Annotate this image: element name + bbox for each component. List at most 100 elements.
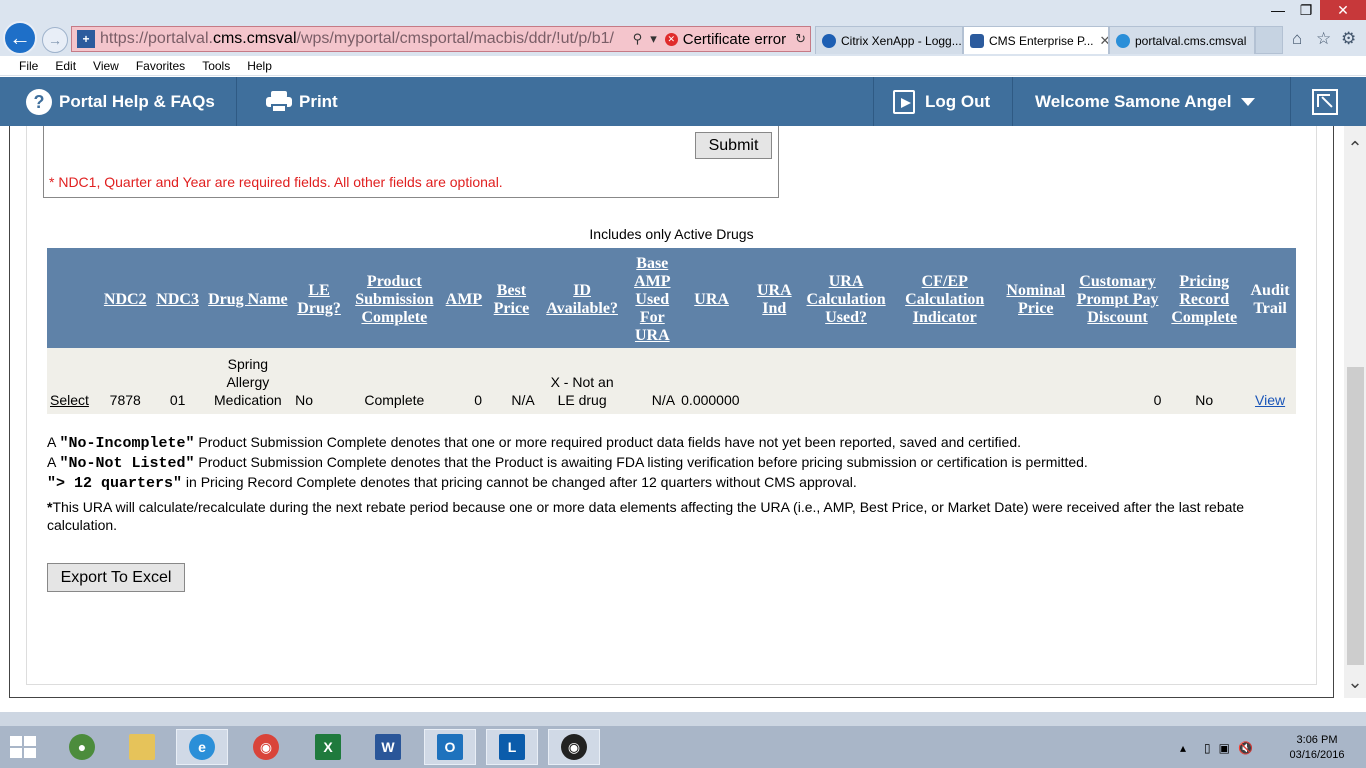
word-icon[interactable]: W bbox=[362, 729, 414, 765]
dropdown-arrow-icon[interactable]: ▾ bbox=[646, 31, 661, 47]
col-product-submission[interactable]: Product Submission Complete bbox=[346, 248, 443, 348]
windows-start-icon[interactable] bbox=[10, 736, 38, 760]
col-pricing-record[interactable]: Pricing Record Complete bbox=[1164, 248, 1245, 348]
cell-pricing-record: No bbox=[1164, 348, 1245, 414]
cell-id-available: X - Not an LE drug bbox=[537, 348, 627, 414]
menu-favorites[interactable]: Favorites bbox=[136, 59, 185, 73]
view-audit-link[interactable]: View bbox=[1255, 392, 1285, 408]
page-content: Submit * NDC1, Quarter and Year are requ… bbox=[0, 126, 1366, 712]
network-icon[interactable]: ▣ bbox=[1219, 741, 1230, 755]
cell-drug-name: Spring Allergy Medication bbox=[203, 348, 293, 414]
tab-cms-enterprise[interactable]: CMS Enterprise P... ✕ bbox=[963, 26, 1109, 54]
col-ura-calculation[interactable]: URA Calculation Used? bbox=[803, 248, 889, 348]
clock-date: 03/16/2016 bbox=[1289, 749, 1345, 761]
header-divider bbox=[236, 77, 237, 126]
restore-icon[interactable]: ❐ bbox=[1292, 0, 1320, 20]
tab-portalval[interactable]: portalval.cms.cmsval bbox=[1109, 26, 1255, 54]
scrollbar-thumb[interactable] bbox=[1347, 367, 1364, 665]
logout-link[interactable]: Log Out bbox=[893, 77, 990, 126]
col-nominal-price[interactable]: Nominal Price bbox=[1000, 248, 1071, 348]
certificate-error-icon: ✕ bbox=[664, 32, 678, 46]
search-icon[interactable]: ⚲ bbox=[629, 31, 647, 47]
user-menu[interactable]: Welcome Samone Angel bbox=[1035, 77, 1255, 126]
network-globe-icon[interactable]: ● bbox=[56, 729, 108, 765]
cell-select: Select bbox=[47, 348, 99, 414]
cell-nominal bbox=[1000, 348, 1071, 414]
close-tab-icon[interactable]: ✕ bbox=[1099, 33, 1108, 49]
settings-gear-icon[interactable]: ⚙ bbox=[1341, 29, 1356, 49]
col-select bbox=[47, 248, 99, 348]
close-window-icon[interactable]: ✕ bbox=[1320, 0, 1366, 20]
col-base-amp[interactable]: Base AMP Used For URA bbox=[626, 248, 679, 348]
cell-amp: 0 bbox=[442, 348, 486, 414]
outlook-icon[interactable]: O bbox=[424, 729, 476, 765]
col-ndc3[interactable]: NDC3 bbox=[151, 248, 204, 348]
battery-icon[interactable]: ▯ bbox=[1204, 741, 1211, 755]
col-le-drug[interactable]: LE Drug? bbox=[292, 248, 347, 348]
file-explorer-icon[interactable] bbox=[116, 729, 168, 765]
col-audit-trail: Audit Trail bbox=[1244, 248, 1296, 348]
cell-audit-trail: View bbox=[1244, 348, 1296, 414]
expand-icon[interactable] bbox=[1312, 89, 1338, 115]
volume-muted-icon[interactable]: 🔇 bbox=[1238, 741, 1253, 755]
cms-icon bbox=[970, 33, 984, 48]
header-divider bbox=[873, 77, 874, 126]
refresh-icon[interactable]: ↻ bbox=[791, 31, 810, 47]
scroll-up-icon[interactable]: ⌃ bbox=[1344, 138, 1366, 160]
certificate-error[interactable]: Certificate error bbox=[683, 31, 786, 48]
print-link[interactable]: Print bbox=[266, 77, 338, 126]
menu-view[interactable]: View bbox=[93, 59, 119, 73]
menu-file[interactable]: File bbox=[19, 59, 38, 73]
col-ura[interactable]: URA bbox=[678, 248, 746, 348]
clock-time: 3:06 PM bbox=[1296, 734, 1338, 746]
taskbar-clock[interactable]: 3:06 PM 03/16/2016 bbox=[1284, 733, 1350, 763]
citrix-receiver-icon[interactable]: ◉ bbox=[548, 729, 600, 765]
menu-help[interactable]: Help bbox=[247, 59, 272, 73]
excel-icon[interactable]: X bbox=[302, 729, 354, 765]
portal-help-link[interactable]: ? Portal Help & FAQs bbox=[26, 77, 215, 126]
drug-results-table: NDC2 NDC3 Drug Name LE Drug? Product Sub… bbox=[47, 248, 1296, 414]
col-ura-ind[interactable]: URA Ind bbox=[745, 248, 804, 348]
welcome-label: Welcome Samone Angel bbox=[1035, 91, 1232, 111]
select-link[interactable]: Select bbox=[50, 392, 89, 408]
col-amp[interactable]: AMP bbox=[442, 248, 486, 348]
system-tray: ▴ ▯ ▣ 🔇 bbox=[1180, 729, 1253, 767]
header-divider bbox=[1290, 77, 1291, 126]
menu-tools[interactable]: Tools bbox=[202, 59, 230, 73]
tray-expand-icon[interactable]: ▴ bbox=[1180, 741, 1186, 755]
col-best-price[interactable]: Best Price bbox=[485, 248, 538, 348]
col-customary-prompt-pay[interactable]: Customary Prompt Pay Discount bbox=[1070, 248, 1165, 348]
cell-ndc2: 7878 bbox=[98, 348, 152, 414]
chrome-icon[interactable]: ◉ bbox=[240, 729, 292, 765]
address-bar[interactable]: + https://portalval.cms.cmsval/wps/mypor… bbox=[71, 26, 811, 52]
legend-ura-note: *This URA will calculate/recalculate dur… bbox=[47, 499, 1245, 533]
printer-icon bbox=[266, 90, 292, 113]
url-text[interactable]: https://portalval.cms.cmsval/wps/myporta… bbox=[100, 30, 629, 48]
table-header-row: NDC2 NDC3 Drug Name LE Drug? Product Sub… bbox=[47, 248, 1296, 348]
status-strip bbox=[0, 712, 1366, 726]
help-question-icon: ? bbox=[26, 88, 52, 115]
tab-label: CMS Enterprise P... bbox=[989, 33, 1094, 48]
browser-toolbar: ← → + https://portalval.cms.cmsval/wps/m… bbox=[0, 0, 1366, 56]
legend-no-not-listed: A "No-Not Listed" Product Submission Com… bbox=[47, 454, 1088, 472]
col-cfep-indicator[interactable]: CF/EP Calculation Indicator bbox=[888, 248, 1001, 348]
menu-edit[interactable]: Edit bbox=[55, 59, 76, 73]
submit-button[interactable]: Submit bbox=[695, 132, 772, 159]
cell-cfep bbox=[888, 348, 1001, 414]
tab-label: portalval.cms.cmsval bbox=[1135, 33, 1247, 48]
back-arrow-icon[interactable]: ← bbox=[3, 21, 37, 55]
lync-icon[interactable]: L bbox=[486, 729, 538, 765]
col-id-available[interactable]: ID Available? bbox=[537, 248, 627, 348]
home-icon[interactable]: ⌂ bbox=[1292, 29, 1302, 49]
col-ndc2[interactable]: NDC2 bbox=[98, 248, 152, 348]
col-drug-name[interactable]: Drug Name bbox=[203, 248, 293, 348]
forward-arrow-icon[interactable]: → bbox=[42, 27, 68, 53]
favorites-star-icon[interactable]: ☆ bbox=[1316, 29, 1331, 49]
export-to-excel-button[interactable]: Export To Excel bbox=[47, 563, 185, 592]
tab-citrix[interactable]: Citrix XenApp - Logg... bbox=[815, 26, 963, 54]
minimize-icon[interactable]: — bbox=[1264, 0, 1292, 20]
new-tab-button[interactable] bbox=[1255, 26, 1283, 54]
legend-12-quarters: "> 12 quarters" in Pricing Record Comple… bbox=[47, 474, 857, 492]
scroll-down-icon[interactable]: ⌄ bbox=[1344, 672, 1366, 694]
internet-explorer-icon[interactable]: e bbox=[176, 729, 228, 765]
